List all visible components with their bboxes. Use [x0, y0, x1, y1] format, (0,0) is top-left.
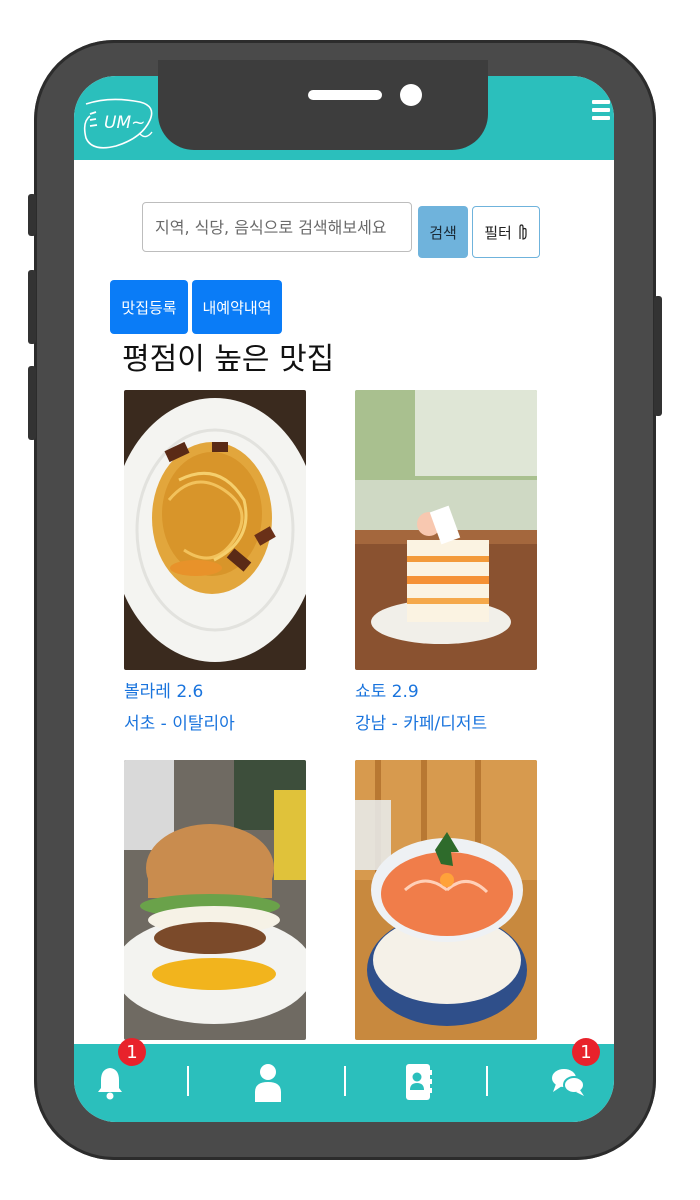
restaurant-card[interactable]	[355, 760, 537, 1044]
my-reservations-button[interactable]: 내예약내역	[192, 280, 282, 334]
contacts-book-icon[interactable]	[398, 1058, 438, 1106]
bell-icon[interactable]	[90, 1058, 130, 1106]
bottom-navigation: 1 1	[74, 1038, 614, 1122]
restaurant-photo[interactable]	[355, 390, 537, 670]
filter-label: 필터	[484, 223, 512, 242]
phone-camera	[400, 84, 422, 106]
chat-badge: 1	[572, 1038, 600, 1066]
phone-screen: UM~ 검색 필터 맛집등록 내예약내역 평점이 높은 맛집	[74, 76, 614, 1122]
restaurant-name-rating[interactable]: 쇼토 2.9	[355, 680, 537, 704]
hand-pointer-icon	[519, 224, 527, 240]
section-title: 평점이 높은 맛집	[122, 342, 335, 377]
restaurant-name-rating[interactable]: 볼라레 2.6	[124, 680, 306, 704]
search-button[interactable]: 검색	[418, 206, 468, 258]
restaurant-location: 서초 - 이탈리아	[124, 714, 235, 734]
phone-power-button	[654, 296, 662, 416]
phone-speaker	[308, 90, 382, 100]
nav-divider	[187, 1066, 189, 1096]
phone-volume-down	[28, 366, 36, 440]
restaurant-photo[interactable]	[111, 390, 319, 670]
svg-text:UM~: UM~	[104, 113, 145, 133]
restaurant-photo[interactable]	[355, 760, 537, 1040]
restaurant-card[interactable]: 볼라레 2.6 서초 - 이탈리아	[111, 390, 319, 736]
restaurant-location: 강남 - 카페/디저트	[355, 714, 488, 734]
search-input[interactable]	[142, 202, 412, 252]
restaurant-photo[interactable]	[114, 760, 314, 1040]
filter-button[interactable]: 필터	[472, 206, 540, 258]
restaurant-card[interactable]	[114, 760, 314, 1044]
hamburger-menu-icon[interactable]	[592, 100, 610, 130]
nav-divider	[486, 1066, 488, 1096]
app-logo[interactable]: UM~	[80, 94, 160, 156]
phone-notch	[158, 60, 488, 150]
notification-badge: 1	[118, 1038, 146, 1066]
phone-volume-up	[28, 270, 36, 344]
phone-side-button	[28, 194, 36, 236]
nav-divider	[344, 1066, 346, 1096]
register-restaurant-button[interactable]: 맛집등록	[110, 280, 188, 334]
restaurant-card[interactable]: 쇼토 2.9 강남 - 카페/디저트	[355, 390, 537, 736]
user-icon[interactable]	[248, 1058, 288, 1106]
